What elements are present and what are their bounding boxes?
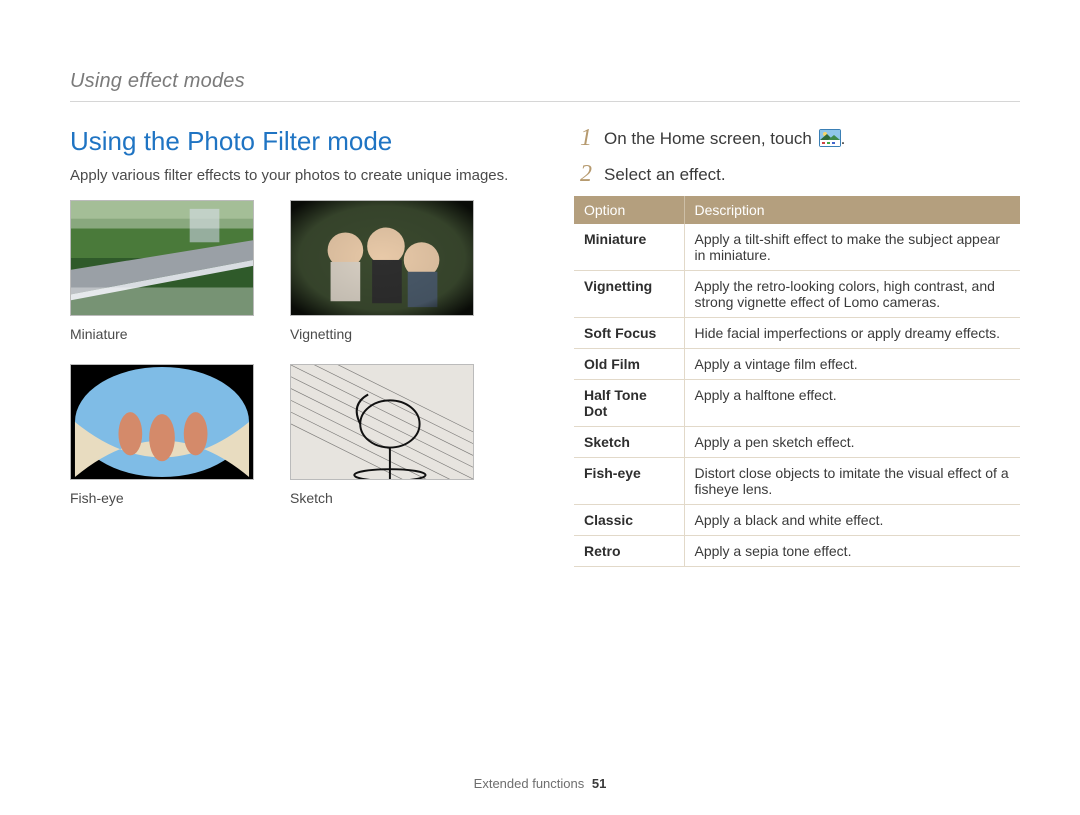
step-number: 2 (574, 162, 592, 186)
effects-table-body: MiniatureApply a tilt-shift effect to ma… (574, 224, 1020, 567)
thumbnail-grid: Miniature (70, 200, 516, 520)
option-cell: Retro (574, 536, 684, 567)
page-footer: Extended functions 51 (0, 776, 1080, 791)
table-row: Soft FocusHide facial imperfections or a… (574, 318, 1020, 349)
table-header-row: Option Description (574, 196, 1020, 224)
desc-cell: Apply the retro-looking colors, high con… (684, 271, 1020, 318)
vignetting-image (290, 200, 474, 316)
step-text: Select an effect. (604, 162, 726, 185)
table-row: RetroApply a sepia tone effect. (574, 536, 1020, 567)
desc-cell: Apply a sepia tone effect. (684, 536, 1020, 567)
desc-cell: Apply a halftone effect. (684, 380, 1020, 427)
table-row: SketchApply a pen sketch effect. (574, 427, 1020, 458)
photo-filter-mode-icon (819, 129, 841, 152)
step-1: 1 On the Home screen, touch (574, 126, 1020, 152)
step-text: On the Home screen, touch (604, 126, 845, 152)
lead-paragraph: Apply various filter effects to your pho… (70, 167, 516, 184)
option-cell: Half Tone Dot (574, 380, 684, 427)
desc-cell: Hide facial imperfections or apply dream… (684, 318, 1020, 349)
thumbnail-fisheye: Fish-eye (70, 364, 254, 520)
option-cell: Vignetting (574, 271, 684, 318)
thumbnail-label: Miniature (70, 326, 254, 342)
effects-table: Option Description MiniatureApply a tilt… (574, 196, 1020, 567)
horizontal-rule (70, 101, 1020, 102)
option-cell: Sketch (574, 427, 684, 458)
desc-cell: Apply a tilt-shift effect to make the su… (684, 224, 1020, 271)
desc-cell: Apply a black and white effect. (684, 505, 1020, 536)
step-number: 1 (574, 126, 592, 150)
thumbnail-miniature: Miniature (70, 200, 254, 356)
option-cell: Fish-eye (574, 458, 684, 505)
section-title: Using the Photo Filter mode (70, 126, 516, 157)
step-2: 2 Select an effect. (574, 162, 1020, 186)
table-row: Fish-eyeDistort close objects to imitate… (574, 458, 1020, 505)
footer-section-label: Extended functions (474, 776, 585, 791)
thumbnail-label: Fish-eye (70, 490, 254, 506)
breadcrumb: Using effect modes (70, 70, 1020, 93)
sketch-image (290, 364, 474, 480)
two-column-layout: Using the Photo Filter mode Apply variou… (70, 126, 1020, 567)
option-cell: Soft Focus (574, 318, 684, 349)
manual-page: Using effect modes Using the Photo Filte… (0, 0, 1080, 815)
right-column: 1 On the Home screen, touch (574, 126, 1020, 567)
miniature-image (70, 200, 254, 316)
table-row: ClassicApply a black and white effect. (574, 505, 1020, 536)
table-header-option: Option (574, 196, 684, 224)
table-header-description: Description (684, 196, 1020, 224)
table-row: Old FilmApply a vintage film effect. (574, 349, 1020, 380)
desc-cell: Distort close objects to imitate the vis… (684, 458, 1020, 505)
fisheye-image (70, 364, 254, 480)
thumbnail-vignetting: Vignetting (290, 200, 474, 356)
step-list: 1 On the Home screen, touch (574, 126, 1020, 186)
step-text-prefix: On the Home screen, touch (604, 129, 817, 148)
page-number: 51 (592, 776, 606, 791)
table-row: Half Tone DotApply a halftone effect. (574, 380, 1020, 427)
option-cell: Classic (574, 505, 684, 536)
step-text-suffix: . (841, 129, 846, 148)
option-cell: Old Film (574, 349, 684, 380)
table-row: MiniatureApply a tilt-shift effect to ma… (574, 224, 1020, 271)
thumbnail-sketch: Sketch (290, 364, 474, 520)
option-cell: Miniature (574, 224, 684, 271)
thumbnail-label: Sketch (290, 490, 474, 506)
table-row: VignettingApply the retro-looking colors… (574, 271, 1020, 318)
desc-cell: Apply a pen sketch effect. (684, 427, 1020, 458)
thumbnail-label: Vignetting (290, 326, 474, 342)
desc-cell: Apply a vintage film effect. (684, 349, 1020, 380)
left-column: Using the Photo Filter mode Apply variou… (70, 126, 516, 567)
